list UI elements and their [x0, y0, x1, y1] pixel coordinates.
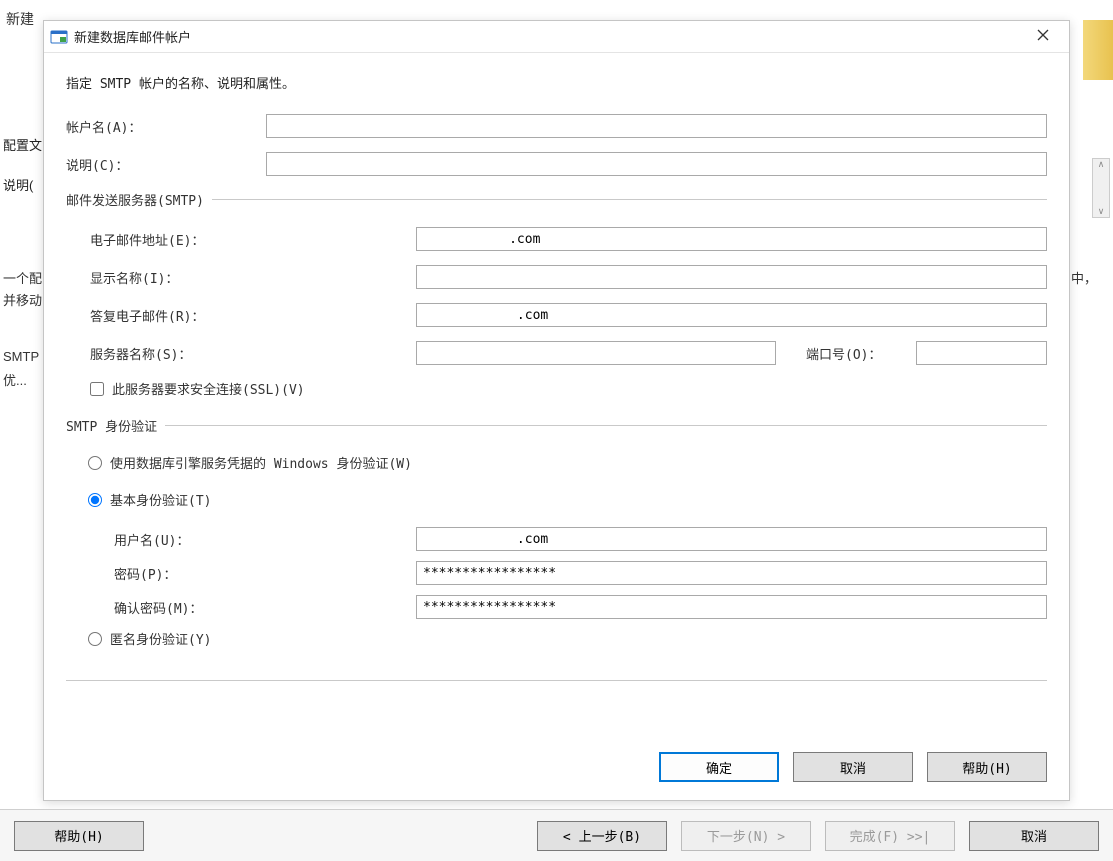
- parent-mid-line-2: 并移动: [3, 290, 43, 312]
- ok-button[interactable]: 确定: [659, 752, 779, 782]
- dialog-instruction: 指定 SMTP 帐户的名称、说明和属性。: [66, 73, 1047, 92]
- auth-basic-radio[interactable]: [88, 493, 102, 507]
- reply-email-label: 答复电子邮件(R)：: [90, 306, 416, 325]
- smtp-auth-group: SMTP 身份验证 使用数据库引擎服务凭据的 Windows 身份验证(W) 基…: [66, 416, 1047, 666]
- reply-email-input[interactable]: [416, 303, 1047, 327]
- parent-label-config: 配置文: [0, 128, 42, 164]
- dialog-app-icon: [50, 28, 68, 46]
- auth-windows-radio[interactable]: [88, 456, 102, 470]
- scroll-up-icon[interactable]: ∧: [1098, 159, 1105, 170]
- description-input[interactable]: [266, 152, 1047, 176]
- parent-side-smtp: SMTP: [0, 345, 42, 369]
- auth-anonymous-label: 匿名身份验证(Y): [110, 629, 211, 648]
- scroll-down-icon[interactable]: ∨: [1098, 206, 1105, 217]
- wizard-cancel-button[interactable]: 取消: [969, 821, 1099, 851]
- display-name-label: 显示名称(I)：: [90, 268, 416, 287]
- group-divider: [212, 199, 1047, 200]
- port-label: 端口号(O)：: [806, 344, 906, 363]
- port-input[interactable]: [916, 341, 1047, 365]
- ssl-required-checkbox[interactable]: [90, 382, 104, 396]
- parent-mid-text: 一个配 并移动: [3, 268, 43, 312]
- dialog-titlebar: 新建数据库邮件帐户: [44, 21, 1069, 53]
- close-icon: [1037, 28, 1049, 45]
- parent-side-block: SMTP 优...: [0, 345, 42, 393]
- parent-label-desc: 说明(: [0, 168, 42, 204]
- wizard-next-button[interactable]: 下一步(N) >: [681, 821, 811, 851]
- parent-left-labels: 配置文 说明(: [0, 128, 42, 208]
- wizard-button-strip: 帮助(H) < 上一步(B) 下一步(N) > 完成(F) >>| 取消: [0, 809, 1113, 861]
- wizard-help-button[interactable]: 帮助(H): [14, 821, 144, 851]
- description-label: 说明(C)：: [66, 155, 266, 174]
- wizard-prev-button[interactable]: < 上一步(B): [537, 821, 667, 851]
- auth-anonymous-radio[interactable]: [88, 632, 102, 646]
- password-input[interactable]: [416, 561, 1047, 585]
- server-name-input[interactable]: [416, 341, 776, 365]
- confirm-password-input[interactable]: [416, 595, 1047, 619]
- smtp-group-legend: 邮件发送服务器(SMTP): [66, 190, 204, 209]
- dialog-title: 新建数据库邮件帐户: [74, 27, 1023, 46]
- username-input[interactable]: [416, 527, 1047, 551]
- email-address-input[interactable]: [416, 227, 1047, 251]
- dbmail-account-dialog: 新建数据库邮件帐户 指定 SMTP 帐户的名称、说明和属性。 帐户名(A)： 说…: [43, 20, 1070, 801]
- server-name-label: 服务器名称(S)：: [90, 344, 416, 363]
- help-button[interactable]: 帮助(H): [927, 752, 1047, 782]
- ssl-required-label: 此服务器要求安全连接(SSL)(V): [112, 379, 305, 398]
- parent-side-priority: 优...: [0, 369, 42, 393]
- smtp-server-group: 邮件发送服务器(SMTP) 电子邮件地址(E)： 显示名称(I)： 答复电子邮件…: [66, 190, 1047, 408]
- confirm-password-label: 确认密码(M)：: [114, 598, 416, 617]
- username-label: 用户名(U)：: [114, 530, 416, 549]
- password-label: 密码(P)：: [114, 564, 416, 583]
- basic-auth-fields: 用户名(U)： 密码(P)： 确认密码(M)：: [66, 527, 1047, 619]
- group-divider: [165, 425, 1047, 426]
- auth-windows-label: 使用数据库引擎服务凭据的 Windows 身份验证(W): [110, 453, 412, 472]
- account-name-input[interactable]: [266, 114, 1047, 138]
- close-button[interactable]: [1023, 23, 1063, 51]
- parent-title-fragment: 新建: [6, 9, 34, 29]
- parent-mid-line-1: 一个配: [3, 268, 43, 290]
- auth-basic-label: 基本身份验证(T): [110, 490, 211, 509]
- dialog-button-row: 确定 取消 帮助(H): [44, 752, 1069, 800]
- wizard-finish-button[interactable]: 完成(F) >>|: [825, 821, 955, 851]
- display-name-input[interactable]: [416, 265, 1047, 289]
- account-name-label: 帐户名(A)：: [66, 117, 266, 136]
- parent-scroll-widget[interactable]: ∧ ∨: [1092, 158, 1110, 218]
- parent-right-char: 中，: [1071, 268, 1097, 287]
- cancel-button[interactable]: 取消: [793, 752, 913, 782]
- dialog-body: 指定 SMTP 帐户的名称、说明和属性。 帐户名(A)： 说明(C)： 邮件发送…: [44, 53, 1069, 752]
- email-address-label: 电子邮件地址(E)：: [90, 230, 416, 249]
- button-separator: [66, 680, 1047, 681]
- auth-group-legend: SMTP 身份验证: [66, 416, 157, 435]
- decorative-gold-block: [1083, 20, 1113, 80]
